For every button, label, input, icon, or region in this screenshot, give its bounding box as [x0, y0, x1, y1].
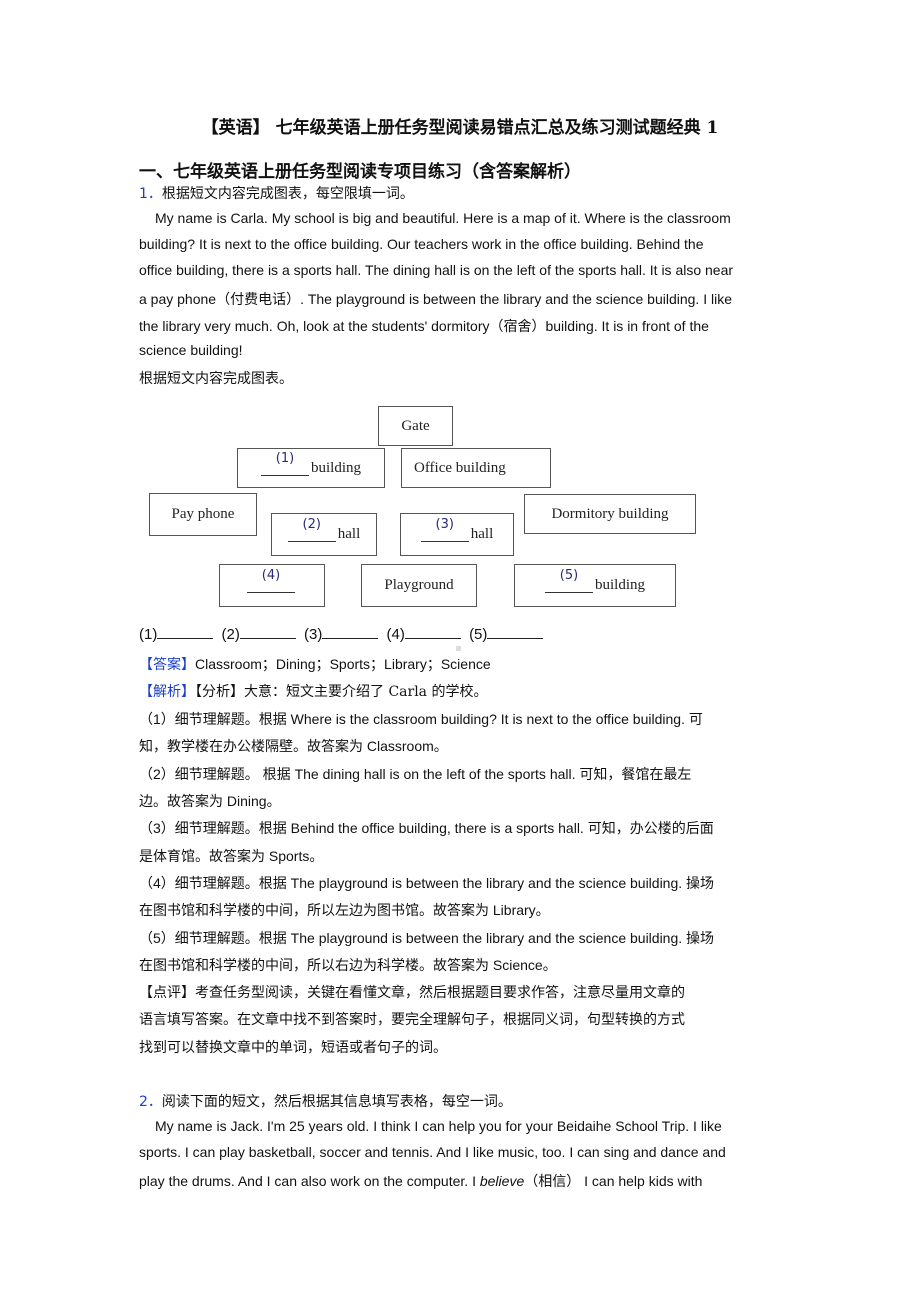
blank-label: (4)	[386, 626, 405, 643]
explanation-line: 边。故答案为 Dining。	[139, 793, 281, 809]
box-playground: Playground	[361, 564, 477, 607]
blank-label: (5)	[469, 626, 488, 643]
text-segment: play the drums. And I can also work on t…	[139, 1173, 480, 1189]
answer-text: Classroom；Dining；Sports；Library；Science	[195, 656, 491, 672]
analysis-intro: 【分析】大意：短文主要介绍了 Carla 的学校。	[195, 684, 488, 700]
box-pay-phone: Pay phone	[149, 493, 257, 536]
blank-2[interactable]: (2)	[287, 517, 336, 542]
blank-number: (4)	[261, 568, 281, 583]
box-label: Pay phone	[171, 506, 235, 522]
question-1-instruction: 1．根据短文内容完成图表，每空限填一词。	[139, 183, 414, 203]
answer-blank-1[interactable]: (1)	[139, 626, 214, 643]
answer-line: 【答案】Classroom；Dining；Sports；Library；Scie…	[139, 654, 781, 674]
explanation-line: 在图书馆和科学楼的中间，所以左边为图书馆。故答案为 Library。	[139, 902, 550, 918]
box-3-hall: (3) hall	[400, 513, 514, 556]
box-office-building: Office building	[401, 448, 551, 488]
box-label: building	[310, 459, 361, 476]
diagram-caption: 根据短文内容完成图表。	[139, 371, 293, 387]
passage-line: My name is Jack. I'm 25 years old. I thi…	[155, 1118, 722, 1134]
blank-label: (1)	[139, 626, 158, 643]
blank-5[interactable]: (5)	[544, 568, 593, 593]
passage-line: sports. I can play basketball, soccer an…	[139, 1144, 726, 1160]
blank-3[interactable]: (3)	[420, 517, 469, 542]
box-label: building	[594, 577, 645, 593]
box-2-hall: (2) hall	[271, 513, 377, 556]
passage-line: play the drums. And I can also work on t…	[139, 1171, 781, 1191]
explanation-line: （3）细节理解题。根据 Behind the office building, …	[139, 820, 714, 836]
box-label: hall	[470, 526, 494, 542]
comment-line: 【点评】考查任务型阅读，关键在看懂文章，然后根据题目要求作答，注意尽量用文章的	[139, 985, 685, 1001]
blank-number: (5)	[559, 568, 579, 583]
analysis-line: 【解析】【分析】大意：短文主要介绍了 Carla 的学校。	[139, 681, 781, 701]
comment-line: 语言填写答案。在文章中找不到答案时，要完全理解句子，根据同义词，句型转换的方式	[139, 1012, 685, 1028]
section-heading: 一、七年级英语上册任务型阅读专项目练习（含答案解析）	[139, 162, 581, 182]
explanation-line: （1）细节理解题。根据 Where is the classroom build…	[139, 711, 703, 727]
answer-blank-5[interactable]: (5)	[469, 626, 544, 643]
instruction-text: 阅读下面的短文，然后根据其信息填写表格，每空一词。	[161, 1094, 512, 1110]
italic-word: believe	[479, 1173, 525, 1189]
box-label: Gate	[401, 417, 430, 434]
blank-1[interactable]: (1)	[260, 451, 309, 476]
blank-number: (3)	[435, 517, 454, 532]
answer-blank-2[interactable]: (2)	[222, 626, 296, 643]
box-label: Office building	[414, 459, 506, 476]
explanation-line: 在图书馆和科学楼的中间，所以右边为科学楼。故答案为 Science。	[139, 957, 557, 973]
artifact-dot	[456, 646, 461, 651]
blank-label: (2)	[221, 626, 240, 643]
question-2-instruction: 2．阅读下面的短文，然后根据其信息填写表格，每空一词。	[139, 1091, 512, 1111]
passage-line: office building, there is a sports hall.…	[139, 262, 734, 278]
comment-line: 找到可以替换文章中的单词，短语或者句子的词。	[139, 1040, 447, 1056]
analysis-tag: 【解析】	[139, 684, 195, 700]
text-segment: （相信） I can help kids with	[524, 1173, 703, 1189]
box-dormitory-building: Dormitory building	[524, 494, 696, 534]
passage-line: the library very much. Oh, look at the s…	[139, 318, 709, 334]
document-title: 【英语】 七年级英语上册任务型阅读易错点汇总及练习测试题经典 1	[201, 118, 719, 138]
question-number: 2．	[139, 1094, 162, 1110]
box-4: (4)	[219, 564, 325, 607]
answer-blanks-row: (1) (2) (3) (4) (5)	[139, 626, 547, 643]
box-label: Playground	[384, 577, 454, 593]
box-label: hall	[337, 526, 361, 542]
question-number: 1．	[139, 186, 162, 202]
instruction-text: 根据短文内容完成图表，每空限填一词。	[161, 186, 414, 202]
box-1-building: (1) building	[237, 448, 385, 488]
passage-line: My name is Carla. My school is big and b…	[155, 210, 731, 226]
passage-line: building? It is next to the office build…	[139, 236, 704, 252]
blank-label: (3)	[304, 626, 323, 643]
school-map-diagram: Gate (1) building Office building Pay pho…	[139, 400, 699, 615]
explanation-line: （5）细节理解题。根据 The playground is between th…	[139, 930, 715, 946]
box-gate: Gate	[378, 406, 453, 446]
explanation-line: 知，教学楼在办公楼隔壁。故答案为 Classroom。	[139, 738, 448, 754]
answer-blank-4[interactable]: (4)	[387, 626, 461, 643]
box-label: Dormitory building	[551, 505, 669, 522]
blank-number: (1)	[275, 450, 295, 466]
blank-4[interactable]: (4)	[247, 568, 295, 593]
answer-tag: 【答案】	[139, 657, 195, 673]
answer-blank-3[interactable]: (3)	[304, 626, 379, 643]
explanation-line: （4）细节理解题。根据 The playground is between th…	[139, 875, 715, 891]
blank-number: (2)	[302, 517, 321, 532]
explanation-line: 是体育馆。故答案为 Sports。	[139, 848, 324, 864]
explanation-line: （2）细节理解题。 根据 The dining hall is on the l…	[139, 766, 692, 782]
passage-line: science building!	[139, 342, 243, 358]
box-5-building: (5) building	[514, 564, 676, 607]
passage-line: a pay phone（付费电话）. The playground is bet…	[139, 291, 732, 307]
